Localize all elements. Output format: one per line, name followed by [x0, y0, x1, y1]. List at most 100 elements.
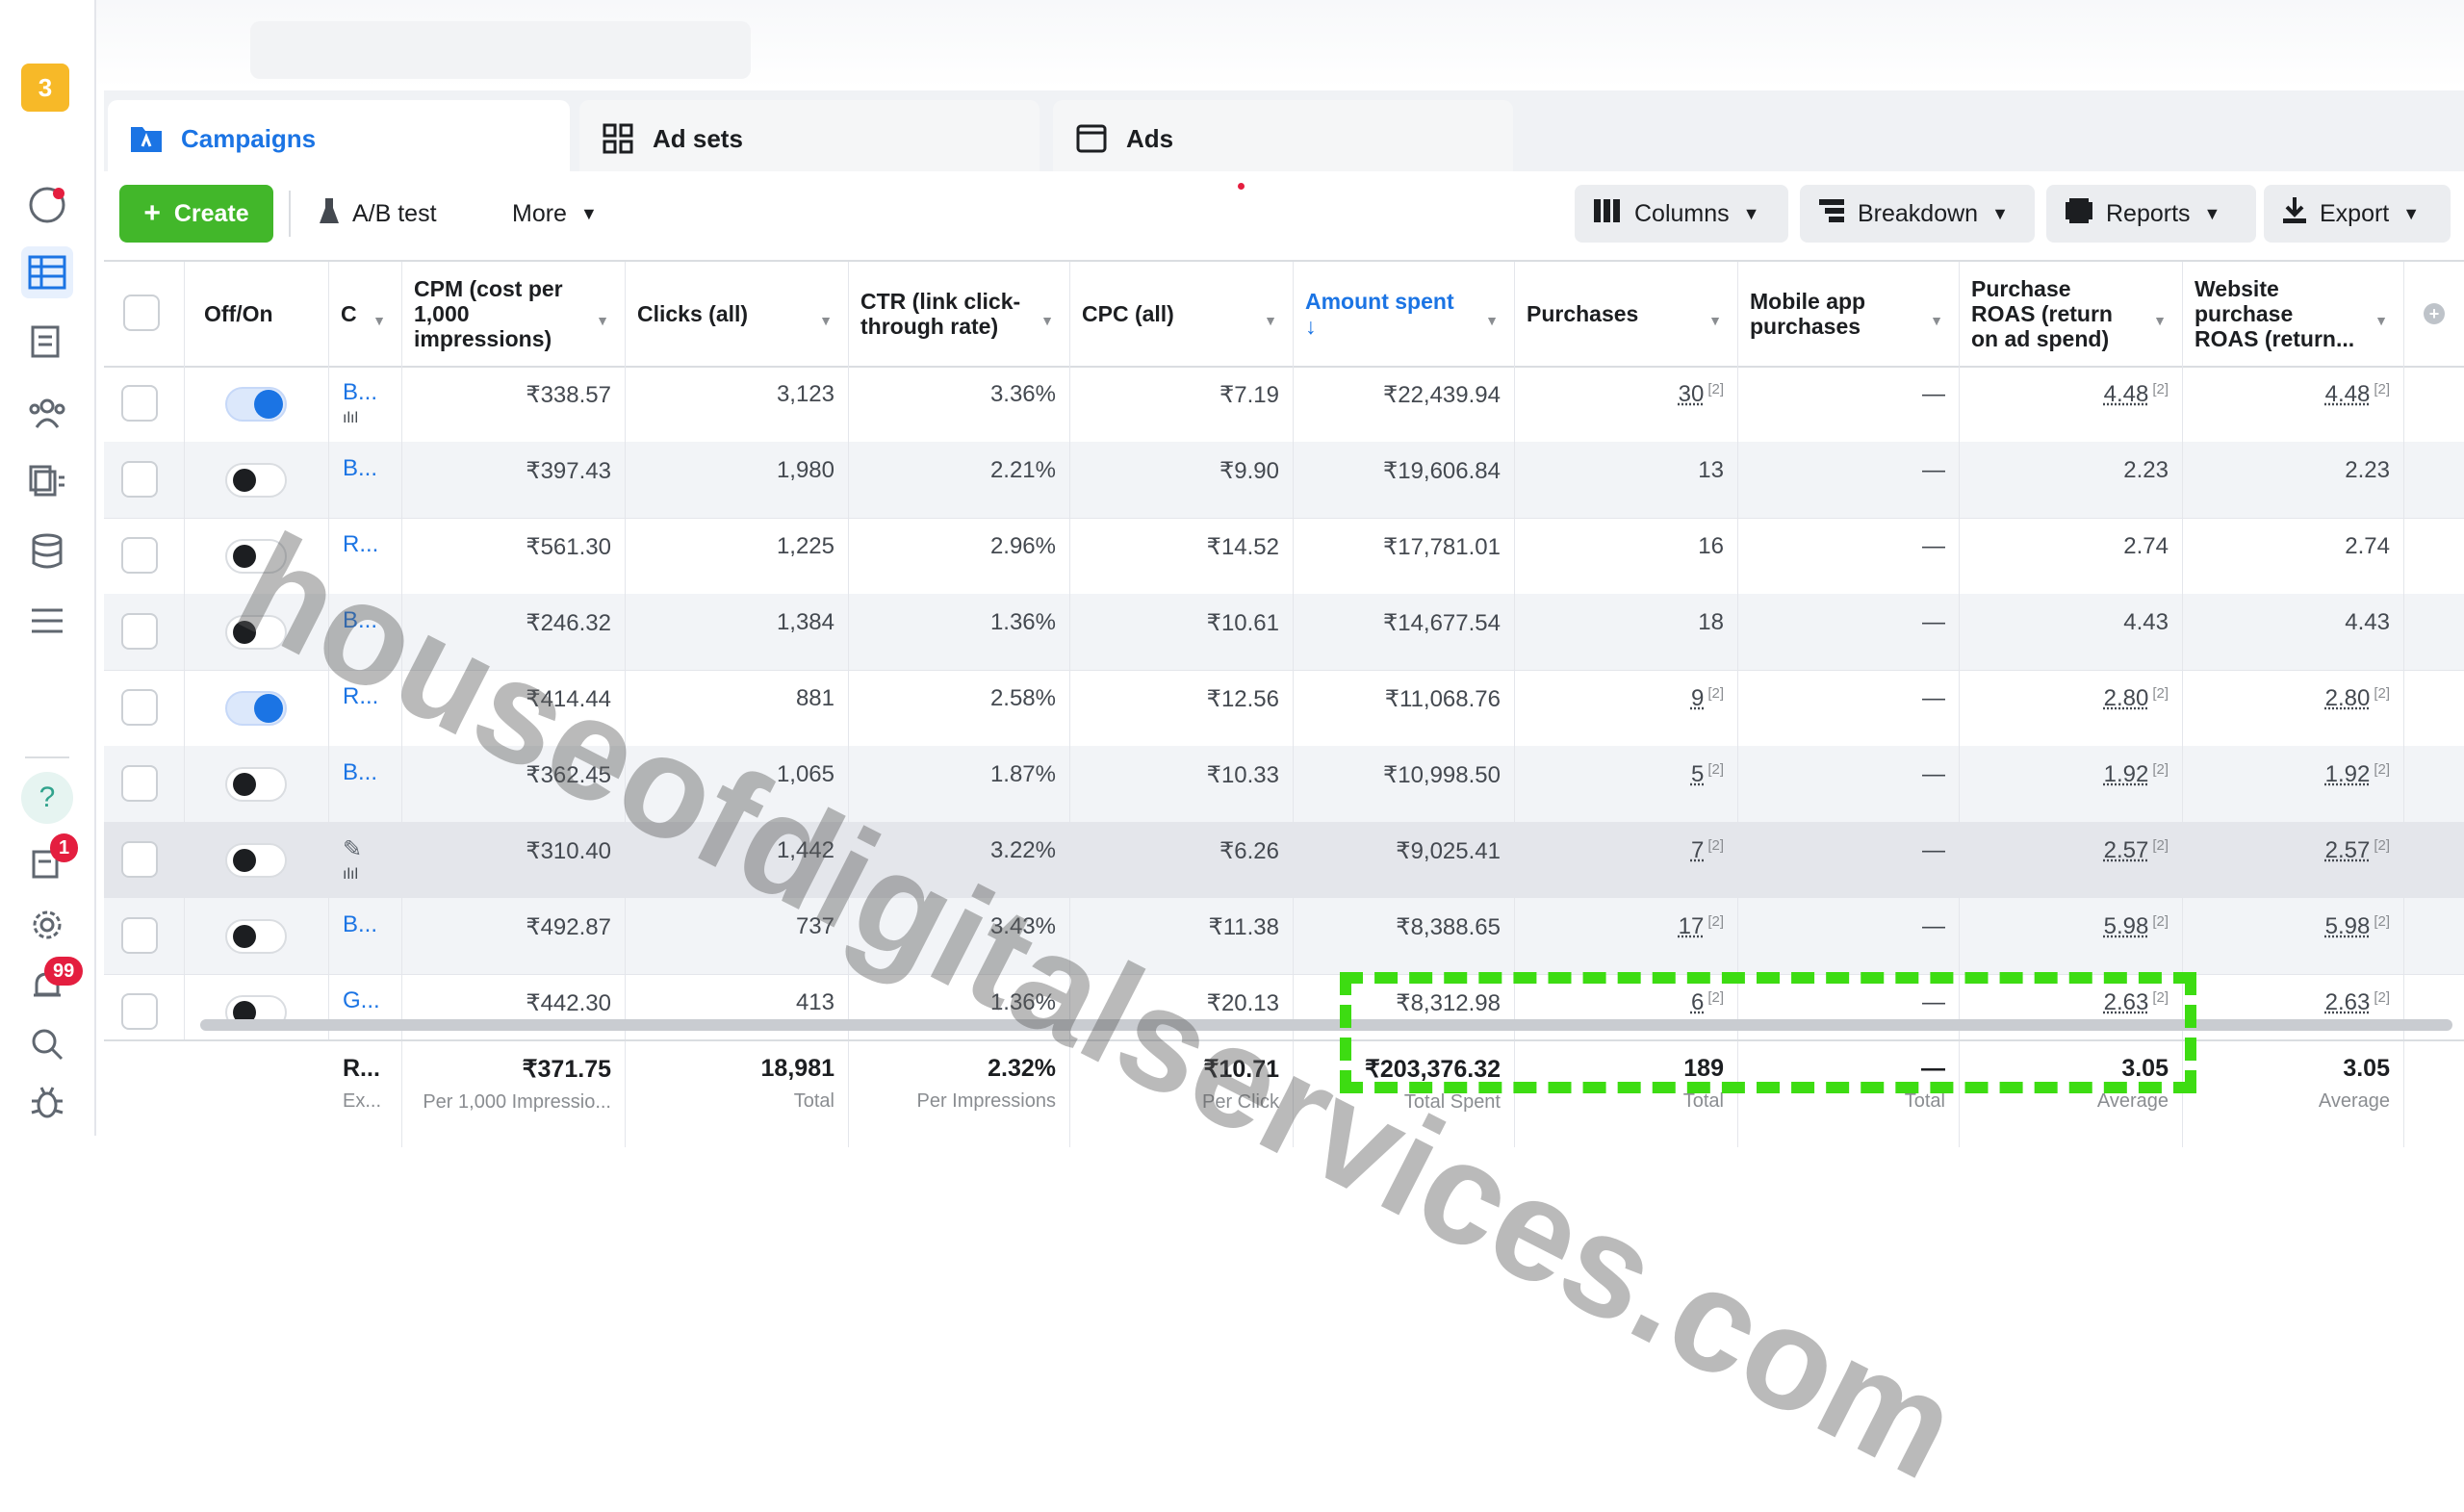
select-all-checkbox[interactable]: [123, 295, 160, 331]
row-checkbox[interactable]: [121, 689, 158, 726]
table-icon[interactable]: [21, 246, 73, 298]
campaign-name-cell[interactable]: B... ılıl: [329, 366, 402, 442]
campaign-name[interactable]: B...: [343, 607, 377, 634]
campaign-name-cell[interactable]: R...: [329, 518, 402, 594]
row-checkbox[interactable]: [121, 385, 158, 422]
media-library-icon[interactable]: [21, 456, 73, 508]
footnote-marker[interactable]: [2]: [2374, 913, 2390, 930]
header-purchases[interactable]: Purchases ▼: [1515, 262, 1738, 366]
footnote-marker[interactable]: [2]: [2374, 989, 2390, 1006]
row-checkbox[interactable]: [121, 993, 158, 1030]
export-button[interactable]: Export ▼: [2264, 185, 2451, 243]
campaign-name[interactable]: B...: [343, 911, 377, 938]
row-checkbox[interactable]: [121, 917, 158, 954]
columns-button[interactable]: Columns ▼: [1575, 185, 1788, 243]
row-checkbox[interactable]: [121, 613, 158, 650]
cell-cpc: ₹9.90: [1070, 442, 1294, 518]
delivery-toggle[interactable]: [225, 615, 287, 650]
table-row[interactable]: B... ₹492.87 737 3.43% ₹11.38 ₹8,388.65 17 [2] —…: [104, 898, 2464, 975]
header-cpm[interactable]: CPM (cost per 1,000 impressions) ▼: [402, 262, 626, 366]
campaign-name[interactable]: B...: [343, 379, 377, 406]
row-checkbox[interactable]: [121, 461, 158, 498]
tab-ads[interactable]: Ads: [1053, 100, 1513, 177]
footnote-marker[interactable]: [2]: [1707, 913, 1724, 930]
row-checkbox[interactable]: [121, 841, 158, 878]
campaign-name-cell[interactable]: ✎ ılıl: [329, 822, 402, 898]
billing-icon[interactable]: [21, 525, 73, 577]
footnote-marker[interactable]: [2]: [2374, 381, 2390, 397]
footnote-marker[interactable]: [2]: [2152, 685, 2169, 702]
pages-icon[interactable]: [21, 316, 73, 368]
campaign-name[interactable]: R...: [343, 531, 378, 558]
search-icon[interactable]: [21, 1018, 73, 1070]
header-cpc[interactable]: CPC (all) ▼: [1070, 262, 1294, 366]
footnote-marker[interactable]: [2]: [2152, 381, 2169, 397]
table-row[interactable]: B... ₹397.43 1,980 2.21% ₹9.90 ₹19,606.84 13 — 2…: [104, 442, 2464, 519]
delivery-toggle[interactable]: [225, 691, 287, 726]
campaign-name-cell[interactable]: B...: [329, 442, 402, 518]
delivery-toggle[interactable]: [225, 767, 287, 802]
campaign-name[interactable]: G...: [343, 987, 380, 1014]
profile-icon[interactable]: [21, 179, 73, 231]
more-button[interactable]: More ▼: [512, 185, 628, 243]
footnote-marker[interactable]: [2]: [2374, 761, 2390, 778]
header-purchase-roas[interactable]: Purchase ROAS (return on ad spend) ▼: [1960, 262, 2183, 366]
table-row[interactable]: ✎ ılıl ₹310.40 1,442 3.22% ₹6.26 ₹9,025.41 7 [2]…: [104, 822, 2464, 899]
footnote-marker[interactable]: [2]: [1707, 761, 1724, 778]
cell-value: ₹9.90: [1219, 458, 1279, 484]
bug-report-icon[interactable]: [21, 1076, 73, 1128]
header-amount-spent[interactable]: Amount spent ↓ ▼: [1294, 262, 1515, 366]
edit-pencil-icon[interactable]: ✎: [343, 835, 362, 863]
table-row[interactable]: B... ₹246.32 1,384 1.36% ₹10.61 ₹14,677.54 18 —…: [104, 594, 2464, 671]
campaign-name[interactable]: B...: [343, 455, 377, 482]
tab-ad-sets[interactable]: Ad sets: [579, 100, 1040, 177]
header-name[interactable]: C ▼: [329, 262, 402, 366]
footnote-marker[interactable]: [2]: [2374, 685, 2390, 702]
table-row[interactable]: R... ₹561.30 1,225 2.96% ₹14.52 ₹17,781.01 16 —…: [104, 518, 2464, 595]
insights-chart-icon[interactable]: ılıl: [343, 866, 358, 884]
footnote-marker[interactable]: [2]: [1707, 685, 1724, 702]
delivery-toggle[interactable]: [225, 463, 287, 498]
delivery-toggle[interactable]: [225, 387, 287, 422]
table-row[interactable]: B... ₹362.45 1,065 1.87% ₹10.33 ₹10,998.50 5 [2…: [104, 746, 2464, 823]
campaign-name-cell[interactable]: B...: [329, 746, 402, 822]
row-checkbox[interactable]: [121, 765, 158, 802]
footnote-marker[interactable]: [2]: [1707, 381, 1724, 397]
total-caption: Total: [1738, 1090, 1945, 1113]
row-checkbox[interactable]: [121, 537, 158, 574]
add-column-icon[interactable]: +: [2404, 262, 2464, 366]
create-button[interactable]: + Create: [119, 185, 273, 243]
campaign-name-cell[interactable]: R...: [329, 670, 402, 746]
tab-campaigns[interactable]: Campaigns: [108, 100, 570, 177]
delivery-toggle[interactable]: [225, 843, 287, 878]
campaign-name-cell[interactable]: B...: [329, 898, 402, 974]
campaign-name[interactable]: R...: [343, 683, 378, 710]
header-clicks[interactable]: Clicks (all) ▼: [626, 262, 849, 366]
delivery-toggle[interactable]: [225, 539, 287, 574]
footnote-marker[interactable]: [2]: [2152, 913, 2169, 930]
delivery-toggle[interactable]: [225, 919, 287, 954]
settings-gear-icon[interactable]: [21, 899, 73, 951]
table-row[interactable]: B... ılıl ₹338.57 3,123 3.36% ₹7.19 ₹22,439.94…: [104, 366, 2464, 443]
table-row[interactable]: R... ₹414.44 881 2.58% ₹12.56 ₹11,068.76 9 [2] —…: [104, 670, 2464, 747]
notifications-icon[interactable]: 1: [21, 837, 73, 889]
cell-value: ₹246.32: [526, 610, 611, 636]
campaign-name-cell[interactable]: B...: [329, 594, 402, 670]
insights-chart-icon[interactable]: ılıl: [343, 410, 358, 427]
menu-icon[interactable]: [21, 595, 73, 647]
alerts-bell-icon[interactable]: 99: [21, 961, 73, 1012]
header-ctr[interactable]: CTR (link click-through rate) ▼: [849, 262, 1070, 366]
campaign-name[interactable]: B...: [343, 759, 377, 786]
account-avatar[interactable]: 3: [21, 64, 69, 112]
audience-icon[interactable]: [21, 387, 73, 439]
footnote-marker[interactable]: [2]: [2374, 837, 2390, 854]
breakdown-button[interactable]: Breakdown ▼: [1800, 185, 2035, 243]
footnote-marker[interactable]: [2]: [2152, 837, 2169, 854]
header-website-purchase-roas[interactable]: Website purchase ROAS (return... ▼: [2183, 262, 2404, 366]
help-icon[interactable]: ?: [21, 772, 73, 824]
reports-button[interactable]: Reports ▼: [2046, 185, 2256, 243]
header-mobile-app-purchases[interactable]: Mobile app purchases ▼: [1738, 262, 1960, 366]
footnote-marker[interactable]: [2]: [1707, 837, 1724, 854]
footnote-marker[interactable]: [2]: [2152, 761, 2169, 778]
ab-test-button[interactable]: A/B test: [318, 185, 462, 243]
